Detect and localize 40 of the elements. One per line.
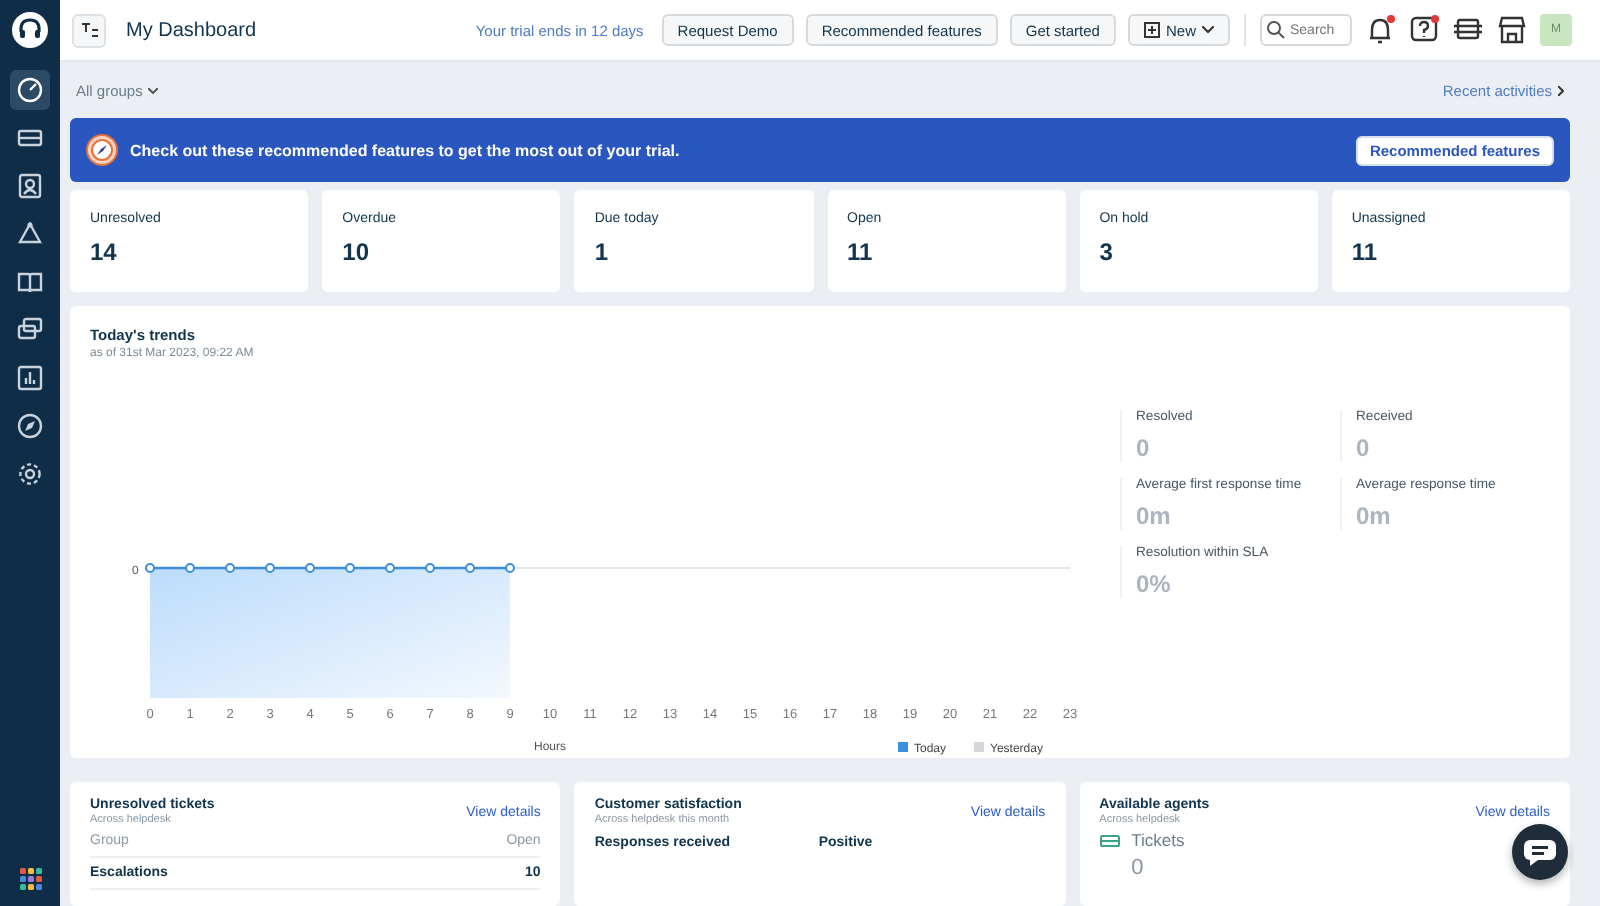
stat-value: 1 [594, 238, 611, 266]
metric-value: 0 [1131, 856, 1146, 880]
chevron-icon [1558, 85, 1564, 95]
compass-icon [16, 412, 44, 440]
bell-icon[interactable] [1364, 14, 1396, 46]
sidebar-toggle-button[interactable] [72, 13, 106, 47]
sidebar-item[interactable] [10, 70, 50, 110]
gear-icon [16, 460, 44, 488]
caret-icon [148, 87, 159, 93]
compass-icon [86, 134, 118, 166]
metric-value: 0m [1356, 502, 1393, 530]
metric-value: 0m [1136, 502, 1173, 530]
plus-square-icon [1143, 22, 1160, 38]
toggle-icon [79, 20, 99, 40]
search-icon [1266, 20, 1286, 40]
stat-value: 10 [342, 238, 372, 266]
stat-value: 14 [90, 238, 119, 266]
book-icon [16, 268, 44, 296]
headset-logo-icon[interactable] [10, 10, 50, 50]
app-grid-icon[interactable] [19, 868, 41, 890]
ticket-icon [16, 124, 44, 152]
chat-icon [1522, 838, 1558, 866]
stat-value: 11 [1351, 238, 1380, 266]
bar-chart-icon [16, 364, 44, 392]
metric-value: 0% [1136, 570, 1173, 598]
metric-value: 0 [1356, 434, 1372, 462]
stat-value: 11 [847, 238, 875, 266]
gauge-icon [16, 76, 44, 104]
help-icon[interactable] [1408, 14, 1440, 46]
caret-icon [1202, 26, 1214, 34]
triangle-nodes-icon [16, 220, 44, 248]
page-title: My Dashboard [126, 19, 257, 41]
ticket-icon [1099, 833, 1120, 847]
store-icon[interactable] [1496, 14, 1528, 46]
metric-value: 0 [1136, 434, 1152, 462]
stat-value: 3 [1099, 238, 1115, 266]
chat-bubbles-icon [16, 316, 44, 344]
contact-card-icon [16, 172, 44, 200]
banner-text: Check out these recommended features to get the most out of your trial. [130, 141, 680, 159]
metric-label: Tickets [1131, 830, 1185, 850]
